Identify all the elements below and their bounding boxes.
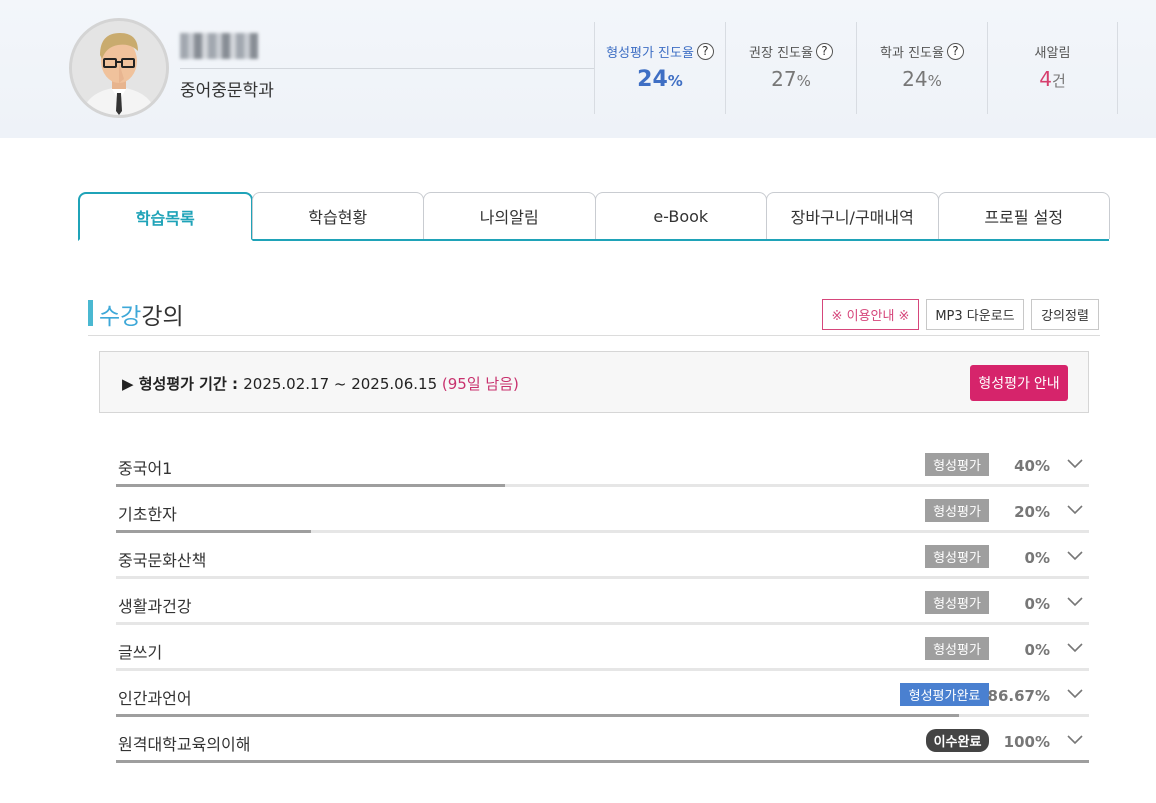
- stat-unit: 건: [1051, 72, 1066, 90]
- course-status-badge: 형성평가완료: [900, 683, 989, 706]
- course-row[interactable]: 글쓰기 형성평가 0%: [116, 625, 1089, 671]
- course-progress-percent: 40%: [1014, 457, 1050, 475]
- section-divider: [88, 335, 1100, 336]
- tab-study-list[interactable]: 학습목록: [78, 192, 253, 241]
- stat-unit: %: [667, 72, 683, 90]
- evaluation-period-text: ▶ 형성평가 기간 : 2025.02.17 ~ 2025.06.15 (95일…: [122, 373, 519, 394]
- tab-ebook[interactable]: e-Book: [594, 192, 767, 239]
- course-row[interactable]: 중국문화산책 형성평가 0%: [116, 533, 1089, 579]
- course-name[interactable]: 생활과건강: [118, 593, 192, 617]
- tab-cart-purchases[interactable]: 장바구니/구매내역: [766, 192, 939, 239]
- section-title-bar: [88, 300, 93, 326]
- stat-department-progress: 학과 진도율 ? 24%: [856, 22, 987, 114]
- course-status-badge[interactable]: 형성평가: [925, 545, 989, 568]
- section-title: 수강강의: [99, 297, 184, 331]
- course-status-badge[interactable]: 형성평가: [925, 591, 989, 614]
- chevron-down-icon[interactable]: [1067, 457, 1083, 469]
- user-name-redacted: [180, 33, 258, 59]
- stat-formative-progress: 형성평가 진도율 ? 24%: [594, 22, 725, 114]
- chevron-down-icon[interactable]: [1067, 503, 1083, 515]
- tab-profile-settings[interactable]: 프로필 설정: [937, 192, 1110, 239]
- course-row[interactable]: 중국어1 형성평가 40%: [116, 441, 1089, 487]
- course-row[interactable]: 원격대학교육의이해 이수완료 100%: [116, 717, 1089, 763]
- evaluation-days-remaining: (95일 남음): [441, 375, 519, 393]
- tab-study-status[interactable]: 학습현황: [251, 192, 424, 239]
- chevron-down-icon[interactable]: [1067, 595, 1083, 607]
- chevron-down-icon[interactable]: [1067, 641, 1083, 653]
- evaluation-period-dates: 2025.02.17 ~ 2025.06.15: [243, 375, 438, 393]
- help-icon[interactable]: ?: [946, 43, 964, 60]
- course-name[interactable]: 글쓰기: [118, 639, 162, 663]
- avatar: [69, 18, 169, 118]
- stat-label: 학과 진도율: [880, 46, 944, 61]
- course-progress-bar: [116, 760, 1089, 763]
- user-divider: [180, 68, 594, 69]
- evaluation-period-box: ▶ 형성평가 기간 : 2025.02.17 ~ 2025.06.15 (95일…: [99, 351, 1089, 413]
- tab-my-notifications[interactable]: 나의알림: [423, 192, 596, 239]
- evaluation-guide-button[interactable]: 형성평가 안내: [970, 365, 1068, 401]
- course-progress-percent: 100%: [1003, 733, 1050, 751]
- course-row[interactable]: 생활과건강 형성평가 0%: [116, 579, 1089, 625]
- user-department: 중어중문학과: [180, 81, 274, 101]
- usage-guide-button[interactable]: ※ 이용안내 ※: [822, 299, 919, 330]
- course-list: 중국어1 형성평가 40% 기초한자 형성평가 20% 중국문화산책 형성평가 0% 생활과건강 형…: [116, 441, 1089, 763]
- course-status-badge[interactable]: 형성평가: [925, 637, 989, 660]
- course-status-badge[interactable]: 형성평가: [925, 453, 989, 476]
- stat-value: 24: [637, 67, 668, 92]
- profile-header: 중어중문학과 형성평가 진도율 ? 24% 권장 진도율 ? 27% 학과 진도…: [0, 0, 1156, 138]
- stat-unit: %: [796, 72, 811, 90]
- course-status-badge[interactable]: 형성평가: [925, 499, 989, 522]
- course-status-badge: 이수완료: [926, 729, 989, 752]
- mp3-download-button[interactable]: MP3 다운로드: [926, 299, 1024, 330]
- stat-recommended-progress: 권장 진도율 ? 27%: [725, 22, 856, 114]
- course-row[interactable]: 기초한자 형성평가 20%: [116, 487, 1089, 533]
- course-name[interactable]: 중국어1: [118, 455, 172, 479]
- stat-label: 형성평가 진도율: [606, 46, 694, 61]
- course-name[interactable]: 인간과언어: [118, 685, 192, 709]
- stat-value: 24: [902, 67, 928, 91]
- chevron-down-icon[interactable]: [1067, 687, 1083, 699]
- stat-unit: %: [927, 72, 942, 90]
- course-progress-percent: 86.67%: [987, 687, 1050, 705]
- chevron-down-icon[interactable]: [1067, 733, 1083, 745]
- stat-label: 새알림: [1034, 46, 1071, 61]
- course-name[interactable]: 기초한자: [118, 501, 177, 525]
- course-name[interactable]: 중국문화산책: [118, 547, 206, 571]
- stat-label: 권장 진도율: [749, 46, 813, 61]
- stat-value: 27: [771, 67, 797, 91]
- avatar-illustration-icon: [72, 21, 166, 115]
- help-icon[interactable]: ?: [696, 43, 714, 60]
- progress-stats: 형성평가 진도율 ? 24% 권장 진도율 ? 27% 학과 진도율 ? 24%: [594, 22, 1118, 114]
- section-title-accent: 수강: [99, 304, 142, 330]
- course-sort-button[interactable]: 강의정렬: [1031, 299, 1099, 330]
- course-name[interactable]: 원격대학교육의이해: [118, 731, 250, 755]
- chevron-down-icon[interactable]: [1067, 549, 1083, 561]
- section-title-rest: 강의: [141, 304, 184, 330]
- course-progress-percent: 20%: [1014, 503, 1050, 521]
- evaluation-period-prefix: ▶ 형성평가 기간 :: [122, 375, 244, 393]
- help-icon[interactable]: ?: [815, 43, 833, 60]
- course-progress-percent: 0%: [1024, 641, 1050, 659]
- stat-new-notifications[interactable]: 새알림 4건: [987, 22, 1118, 114]
- main-tabs: 학습목록 학습현황 나의알림 e-Book 장바구니/구매내역 프로필 설정: [78, 192, 1110, 241]
- course-progress-percent: 0%: [1024, 595, 1050, 613]
- course-progress-percent: 0%: [1024, 549, 1050, 567]
- course-row[interactable]: 인간과언어 형성평가완료 86.67%: [116, 671, 1089, 717]
- stat-value: 4: [1039, 67, 1052, 91]
